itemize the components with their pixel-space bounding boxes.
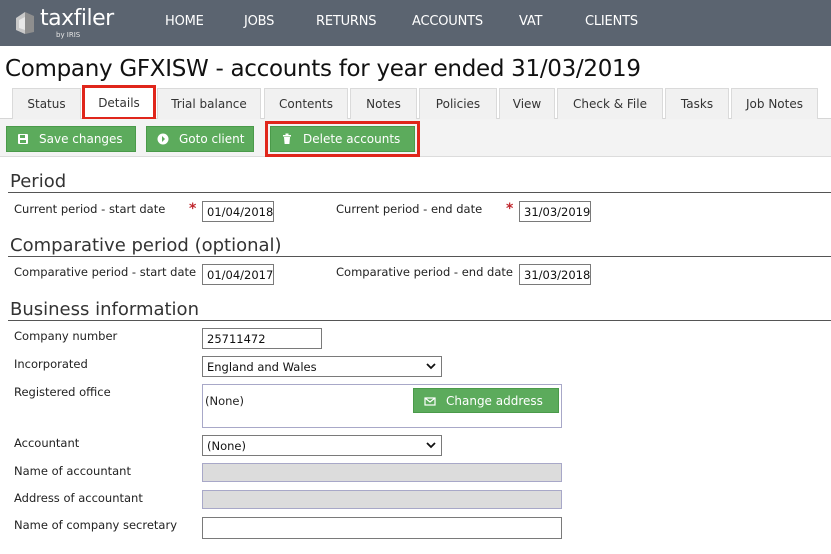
- business-divider: [8, 320, 831, 321]
- logo-mark-icon: [16, 12, 34, 34]
- arrow-circle-right-icon: [157, 133, 169, 145]
- save-icon: [18, 134, 28, 144]
- save-changes-label: Save changes: [39, 132, 123, 146]
- goto-client-button[interactable]: Goto client: [146, 126, 254, 152]
- tab-details[interactable]: Details: [82, 85, 156, 120]
- company-secretary-field[interactable]: [202, 517, 562, 539]
- accountant-label: Accountant: [14, 436, 80, 450]
- business-section-title: Business information: [10, 299, 199, 320]
- nav-accounts[interactable]: ACCOUNTS: [412, 14, 483, 29]
- nav-clients[interactable]: CLIENTS: [585, 14, 638, 29]
- change-address-button[interactable]: Change address: [413, 388, 559, 413]
- required-marker: *: [506, 201, 514, 217]
- registered-office-value: (None): [205, 394, 244, 408]
- envelope-icon: [424, 396, 436, 406]
- accountant-value: (None): [207, 439, 246, 453]
- tab-job-notes[interactable]: Job Notes: [731, 88, 818, 119]
- chevron-down-icon: [426, 363, 436, 370]
- nav-vat[interactable]: VAT: [519, 14, 542, 29]
- chevron-down-icon: [426, 442, 436, 449]
- incorporated-select[interactable]: England and Wales: [202, 356, 442, 377]
- logo-text: taxfiler: [40, 6, 114, 31]
- trash-icon: [283, 133, 291, 144]
- delete-accounts-button[interactable]: Delete accounts: [270, 126, 415, 152]
- comparative-start-label: Comparative period - start date: [14, 265, 197, 279]
- tab-trial-balance[interactable]: Trial balance: [157, 88, 261, 119]
- toolbar: Save changes Goto client Delete accounts: [0, 119, 831, 157]
- current-start-date-field[interactable]: 01/04/2018: [202, 201, 274, 222]
- comparative-end-label: Comparative period - end date: [336, 265, 513, 279]
- accountant-select[interactable]: (None): [202, 435, 442, 456]
- company-number-field[interactable]: 25711472: [202, 328, 322, 349]
- tab-bar: Status Details Trial balance Contents No…: [0, 85, 831, 120]
- goto-client-label: Goto client: [179, 132, 245, 146]
- comparative-start-date-field[interactable]: 01/04/2017: [202, 264, 274, 285]
- nav-jobs[interactable]: JOBS: [244, 14, 274, 29]
- current-start-label: Current period - start date: [14, 202, 166, 216]
- tab-notes[interactable]: Notes: [350, 88, 417, 119]
- comparative-end-date-field[interactable]: 31/03/2018: [519, 264, 591, 285]
- page-title: Company GFXISW - accounts for year ended…: [5, 56, 641, 82]
- current-end-label: Current period - end date: [336, 202, 483, 216]
- save-changes-button[interactable]: Save changes: [6, 126, 136, 152]
- period-divider: [8, 192, 831, 193]
- required-marker: *: [189, 201, 197, 217]
- comparative-divider: [8, 256, 831, 257]
- company-number-label: Company number: [14, 329, 118, 343]
- tab-contents[interactable]: Contents: [264, 88, 348, 119]
- registered-office-label: Registered office: [14, 385, 111, 399]
- current-end-date-field[interactable]: 31/03/2019: [519, 201, 591, 222]
- tab-status[interactable]: Status: [12, 88, 81, 119]
- company-secretary-label: Name of company secretary: [14, 518, 178, 532]
- incorporated-label: Incorporated: [14, 357, 88, 371]
- name-of-accountant-label: Name of accountant: [14, 464, 131, 478]
- tab-tasks[interactable]: Tasks: [665, 88, 729, 119]
- name-of-accountant-field: [202, 463, 562, 482]
- change-address-label: Change address: [446, 393, 543, 408]
- comparative-section-title: Comparative period (optional): [10, 235, 282, 256]
- top-navigation-bar: taxfiler by IRIS HOME JOBS RETURNS ACCOU…: [0, 0, 831, 46]
- tab-policies[interactable]: Policies: [419, 88, 497, 119]
- tab-view[interactable]: View: [499, 88, 555, 119]
- logo-subtext: by IRIS: [56, 31, 81, 39]
- tab-check-and-file[interactable]: Check & File: [557, 88, 663, 119]
- nav-returns[interactable]: RETURNS: [316, 14, 377, 29]
- period-section-title: Period: [10, 171, 67, 192]
- incorporated-value: England and Wales: [207, 360, 317, 374]
- address-of-accountant-field: [202, 490, 562, 509]
- delete-accounts-label: Delete accounts: [303, 132, 401, 146]
- nav-home[interactable]: HOME: [165, 14, 204, 29]
- taxfiler-logo[interactable]: taxfiler by IRIS: [14, 6, 114, 40]
- address-of-accountant-label: Address of accountant: [14, 491, 143, 505]
- registered-office-box: (None) Change address: [202, 384, 562, 428]
